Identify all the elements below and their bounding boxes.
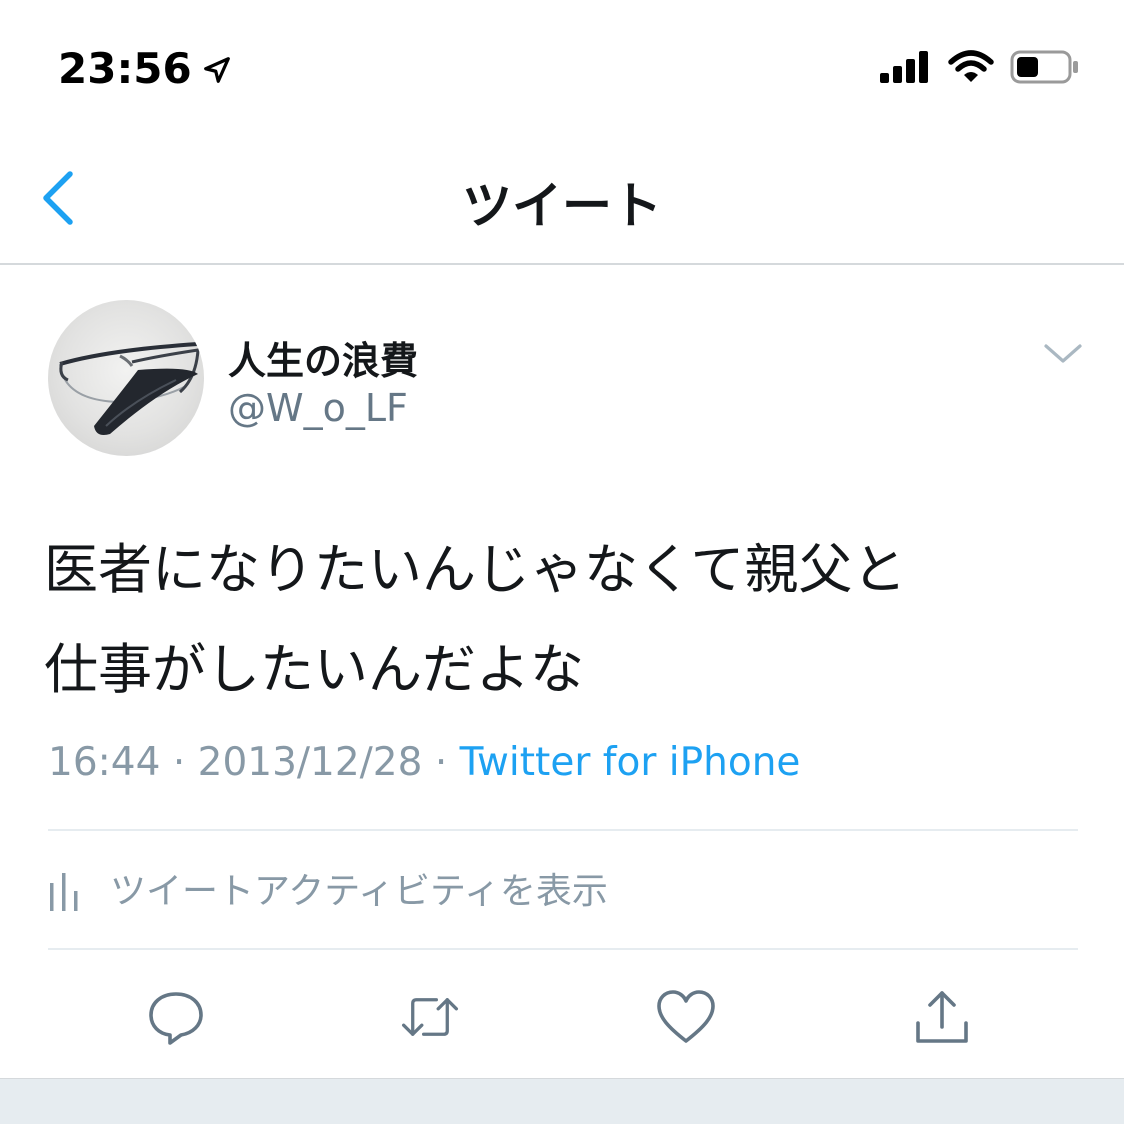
tweet-text-line-1: 医者になりたいんじゃなくて親父と [44,538,907,601]
page-title: ツイート [462,177,662,235]
status-bar-time: 23:56 [58,44,232,93]
tweet-text: 医者になりたいんじゃなくて親父と 仕事がしたいんだよな [44,520,1084,720]
location-arrow-icon [203,56,230,83]
tweet-activity-button[interactable]: ツイートアクティビティを表示 [48,862,608,914]
avatar[interactable] [48,300,204,456]
user-handle[interactable]: @W_o_LF [228,386,408,430]
tweet-date: 2013/12/28 [197,740,423,785]
tweet-text-line-2: 仕事がしたいんだよな [44,638,584,701]
divider [48,829,1078,831]
tweet-metadata: 16:44 · 2013/12/28 · Twitter for iPhone [48,740,800,785]
retweet-button[interactable] [400,986,460,1048]
meta-separator: · [434,740,448,785]
bottom-strip [0,1078,1124,1124]
meta-separator: · [172,740,186,785]
chevron-down-icon[interactable] [1042,336,1084,370]
share-button[interactable] [912,986,972,1048]
reply-icon [149,992,203,1045]
retweet-icon [402,998,458,1036]
tweet-detail-screen: 23:56 ツイート 人生の浪費 @W_o_LF 医者になりたいんじゃなくて親父… [0,0,1124,1124]
time-label: 23:56 [58,44,192,93]
activity-label: ツイートアクティビティを表示 [110,871,608,912]
eyeglasses-avatar [59,342,200,435]
divider [48,948,1078,950]
cellular-signal-icon [880,51,928,83]
display-name[interactable]: 人生の浪費 [228,330,418,385]
reply-button[interactable] [146,986,206,1048]
nav-divider [0,263,1124,265]
share-icon [916,991,968,1043]
wifi-icon [948,50,994,82]
battery-icon [1010,50,1078,84]
tweet-source-link[interactable]: Twitter for iPhone [460,740,801,785]
tweet-time: 16:44 [48,740,161,785]
status-bar-indicators [880,50,1080,84]
like-button[interactable] [656,986,716,1048]
bar-chart-icon [50,873,78,911]
heart-icon [657,990,715,1043]
